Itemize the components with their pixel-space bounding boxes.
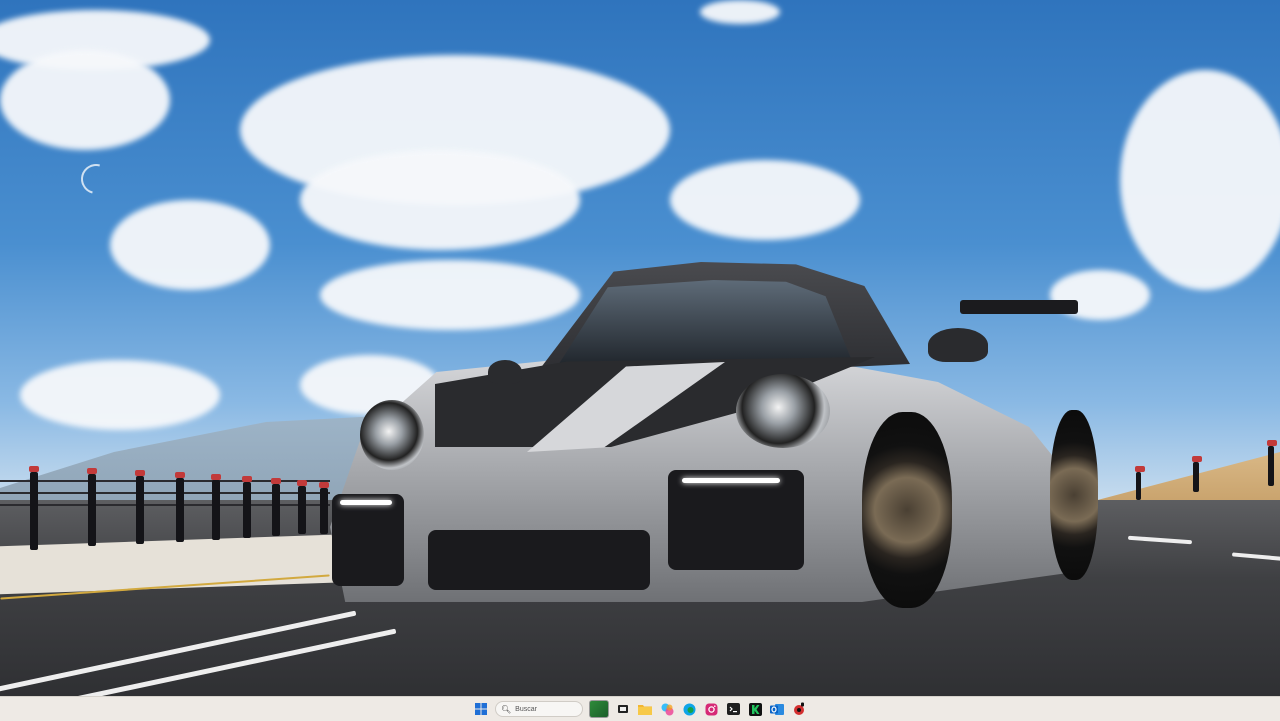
fence-post xyxy=(29,466,39,550)
rear-wheel xyxy=(1050,410,1098,580)
side-mirror xyxy=(488,360,522,384)
fence-rail xyxy=(0,504,330,506)
search-placeholder: Buscar xyxy=(515,705,537,713)
right-intake xyxy=(668,470,804,570)
fence-post xyxy=(135,470,145,544)
fence-post xyxy=(211,474,221,540)
barrier-post xyxy=(1192,456,1202,492)
cloud xyxy=(0,50,170,150)
fence-post xyxy=(297,480,307,534)
left-drl xyxy=(340,500,392,505)
cloud xyxy=(300,150,580,250)
instagram-icon[interactable] xyxy=(703,701,719,717)
taskbar-search[interactable]: 🔍︎ Buscar xyxy=(495,701,583,717)
media-app-icon[interactable] xyxy=(791,701,807,717)
barrier-post xyxy=(1135,466,1145,500)
fence-post xyxy=(319,482,329,534)
center-intake xyxy=(428,530,650,590)
cloud xyxy=(700,0,780,24)
fence-post xyxy=(242,476,252,538)
desktop-wallpaper xyxy=(0,0,1280,696)
front-wheel xyxy=(862,412,952,608)
fence-post xyxy=(87,468,97,546)
task-view-icon[interactable] xyxy=(615,701,631,717)
left-headlight xyxy=(360,400,424,470)
start-icon[interactable] xyxy=(473,701,489,717)
fence-post xyxy=(175,472,185,542)
right-headlight xyxy=(736,374,830,448)
terminal-icon[interactable] xyxy=(725,701,741,717)
barrier-post xyxy=(1267,440,1277,486)
kick-icon[interactable] xyxy=(747,701,763,717)
fence-post xyxy=(271,478,281,536)
left-intake xyxy=(332,494,404,586)
copilot-icon[interactable] xyxy=(659,701,675,717)
edge-icon[interactable] xyxy=(681,701,697,717)
side-mirror xyxy=(928,328,988,362)
cloud xyxy=(110,200,270,290)
search-icon: 🔍︎ xyxy=(501,704,512,714)
widget-photo-icon[interactable] xyxy=(589,700,609,718)
cloud xyxy=(20,360,220,430)
rear-spoiler xyxy=(960,300,1078,314)
right-drl xyxy=(682,478,780,483)
file-explorer-icon[interactable] xyxy=(637,701,653,717)
cloud xyxy=(1120,70,1280,290)
taskbar: 🔍︎ Buscar xyxy=(0,696,1280,721)
outlook-icon[interactable] xyxy=(769,701,785,717)
fence-rail xyxy=(0,492,330,494)
cloud xyxy=(670,160,860,240)
sports-car xyxy=(330,262,1110,632)
